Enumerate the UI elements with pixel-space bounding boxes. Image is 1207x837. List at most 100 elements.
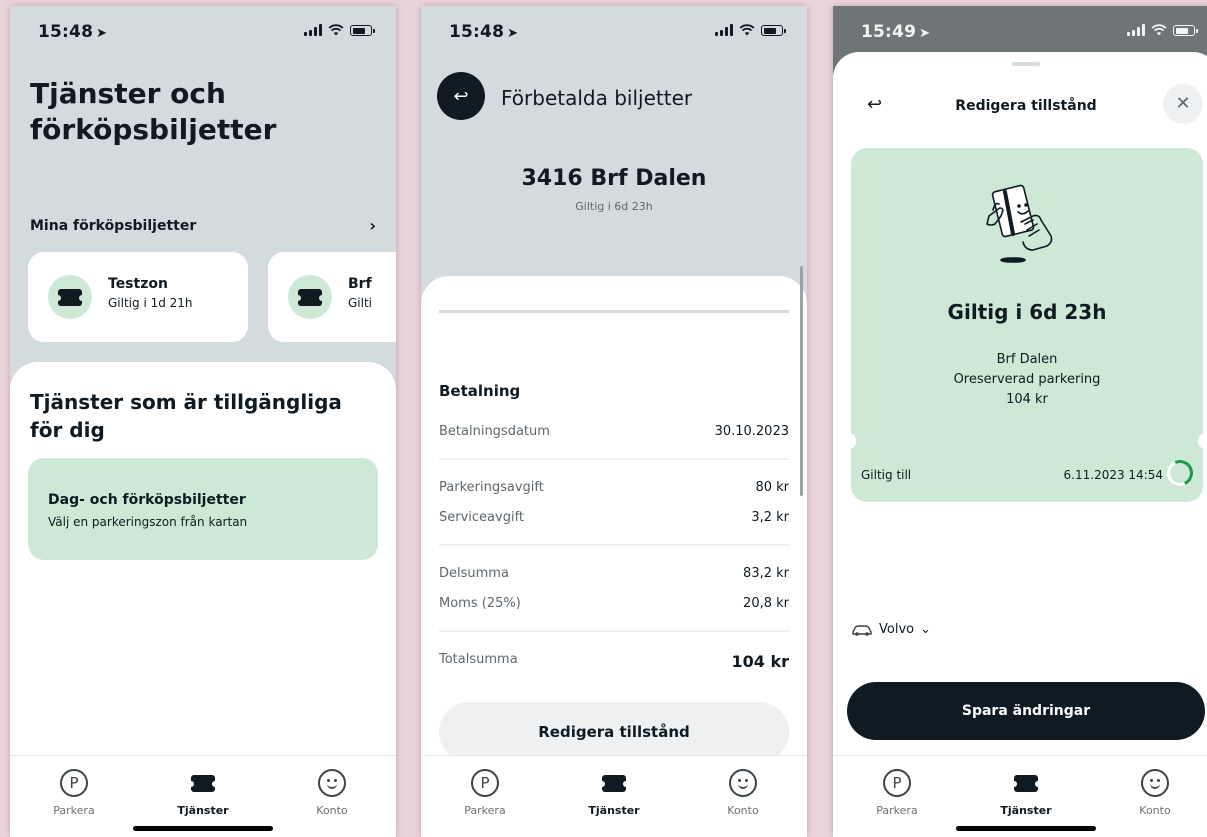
valid-until-row: Giltig till 6.11.2023 14:54 [861, 468, 1163, 482]
tab-tjanster[interactable]: Tjänster [976, 766, 1076, 817]
home-indicator [956, 826, 1096, 831]
service-subtitle: Välj en parkeringszon från kartan [48, 515, 248, 529]
ticket-notch [846, 434, 856, 448]
location-arrow-icon: ➤ [919, 26, 931, 41]
status-bar: 15:48 ➤ [10, 6, 396, 56]
screen-prepaid-tickets: 15:48 ➤ ↩ Förbetalda biljetter 3416 Brf D… [421, 6, 807, 837]
location-arrow-icon: ➤ [96, 26, 108, 41]
tab-label: Parkera [464, 804, 506, 817]
clock: 15:48 [449, 22, 505, 42]
valid-until-label: Giltig till [861, 468, 912, 482]
wifi-icon [1151, 24, 1167, 36]
parking-icon: P [883, 769, 911, 797]
tab-tjanster[interactable]: Tjänster [564, 766, 664, 817]
payment-row: Betalningsdatum 30.10.2023 [439, 424, 789, 439]
permit-price: 104 kr [1006, 392, 1048, 407]
drag-handle[interactable] [1012, 62, 1040, 66]
validity-title: Giltig i 6d 23h [947, 300, 1107, 324]
vehicle-selector[interactable]: Volvo ⌄ [851, 622, 931, 637]
payment-sheet: Betalning Betalningsdatum 30.10.2023 Park… [421, 276, 807, 837]
ticket-icon [1011, 774, 1041, 792]
permit-zone: Brf Dalen [996, 352, 1058, 367]
close-icon: ✕ [1175, 93, 1191, 114]
ticket-badge [48, 275, 92, 319]
ticket-badge [288, 275, 332, 319]
ticket-name: Brf [348, 276, 372, 292]
back-arrow-icon: ↩ [453, 85, 469, 107]
tab-label: Parkera [53, 804, 95, 817]
ticket-icon [599, 774, 629, 792]
tab-label: Tjänster [177, 804, 229, 817]
tab-parkera[interactable]: P Parkera [435, 766, 535, 817]
tab-konto[interactable]: Konto [1105, 766, 1205, 817]
payment-row: Serviceavgift 3,2 kr [439, 510, 789, 525]
tab-konto[interactable]: Konto [282, 766, 382, 817]
edit-permit-button[interactable]: Redigera tillstånd [439, 702, 789, 762]
tab-label: Tjänster [588, 804, 640, 817]
tab-label: Konto [1139, 804, 1171, 817]
header-title: Förbetalda biljetter [501, 86, 693, 110]
tab-konto[interactable]: Konto [693, 766, 793, 817]
scrolled-content-edge [439, 310, 789, 318]
tab-label: Parkera [876, 804, 918, 817]
signal-icon [304, 24, 322, 36]
permit-type: Oreserverad parkering [953, 372, 1101, 387]
tab-label: Konto [727, 804, 759, 817]
ticket-notch [1198, 434, 1207, 448]
smiley-icon [318, 769, 346, 797]
clock: 15:48 [38, 22, 94, 42]
smiley-icon [729, 769, 757, 797]
signal-icon [715, 24, 733, 36]
status-bar: 15:48 ➤ [421, 6, 807, 56]
zone-name: 3416 Brf Dalen [521, 166, 707, 191]
screen-edit-permit: 15:49 ➤ ↩ Redigera tillstånd ✕ Giltig i … [833, 6, 1207, 837]
wifi-icon [739, 24, 755, 36]
ticket-icon [188, 774, 218, 792]
divider [439, 458, 789, 460]
payment-heading: Betalning [439, 382, 521, 400]
ticket-card[interactable]: Brf Gilti [268, 252, 396, 342]
tab-tjanster[interactable]: Tjänster [153, 766, 253, 817]
signal-icon [1127, 24, 1145, 36]
ticket-validity: Gilti [348, 296, 373, 310]
tab-label: Konto [316, 804, 348, 817]
my-tickets-label: Mina förköpsbiljetter [30, 217, 197, 234]
services-heading: Tjänster som är tillgängliga för dig [30, 390, 342, 442]
scrollbar[interactable] [800, 266, 803, 496]
tab-parkera[interactable]: P Parkera [847, 766, 947, 817]
close-button[interactable]: ✕ [1163, 84, 1203, 124]
tab-parkera[interactable]: P Parkera [24, 766, 124, 817]
car-icon [852, 624, 872, 636]
my-tickets-header[interactable]: Mina förköpsbiljetter › [30, 216, 376, 235]
edit-permit-modal: ↩ Redigera tillstånd ✕ Giltig i 6d 23h B… [833, 52, 1207, 755]
payment-row: Delsumma 83,2 kr [439, 566, 789, 581]
chevron-down-icon: ⌄ [920, 622, 932, 637]
hand-holding-card-icon [986, 184, 1053, 263]
progress-ring [1163, 456, 1197, 490]
vehicle-name: Volvo [879, 622, 915, 637]
ticket-card[interactable]: Testzon Giltig i 1d 21h [28, 252, 248, 342]
divider [439, 630, 789, 632]
tab-bar: P Parkera Tjänster Konto [833, 755, 1207, 837]
battery-icon [761, 25, 786, 36]
chevron-right-icon[interactable]: › [369, 216, 376, 235]
total-row: Totalsumma 104 kr [439, 652, 789, 671]
screen-services: 15:48 ➤ Tjänster och förköpsbiljetter Min… [10, 6, 396, 837]
tab-label: Tjänster [1000, 804, 1052, 817]
status-bar: 15:49 ➤ [833, 6, 1207, 56]
service-card[interactable]: Dag- och förköpsbiljetter Välj en parker… [28, 458, 378, 560]
save-changes-button[interactable]: Spara ändringar [847, 682, 1205, 740]
wifi-icon [328, 24, 344, 36]
page-title: Tjänster och förköpsbiljetter [30, 77, 277, 146]
valid-until-value: 6.11.2023 14:54 [1063, 468, 1163, 482]
divider [439, 544, 789, 546]
smiley-icon [1141, 769, 1169, 797]
ticket-icon [295, 288, 325, 306]
location-arrow-icon: ➤ [507, 26, 519, 41]
tab-bar: P Parkera Tjänster Konto [10, 755, 396, 837]
service-title: Dag- och förköpsbiljetter [48, 492, 246, 508]
home-indicator [133, 826, 273, 831]
back-button[interactable]: ↩ [437, 72, 485, 120]
permit-card: Giltig i 6d 23h Brf Dalen Oreserverad pa… [846, 148, 1207, 502]
parking-icon: P [60, 769, 88, 797]
